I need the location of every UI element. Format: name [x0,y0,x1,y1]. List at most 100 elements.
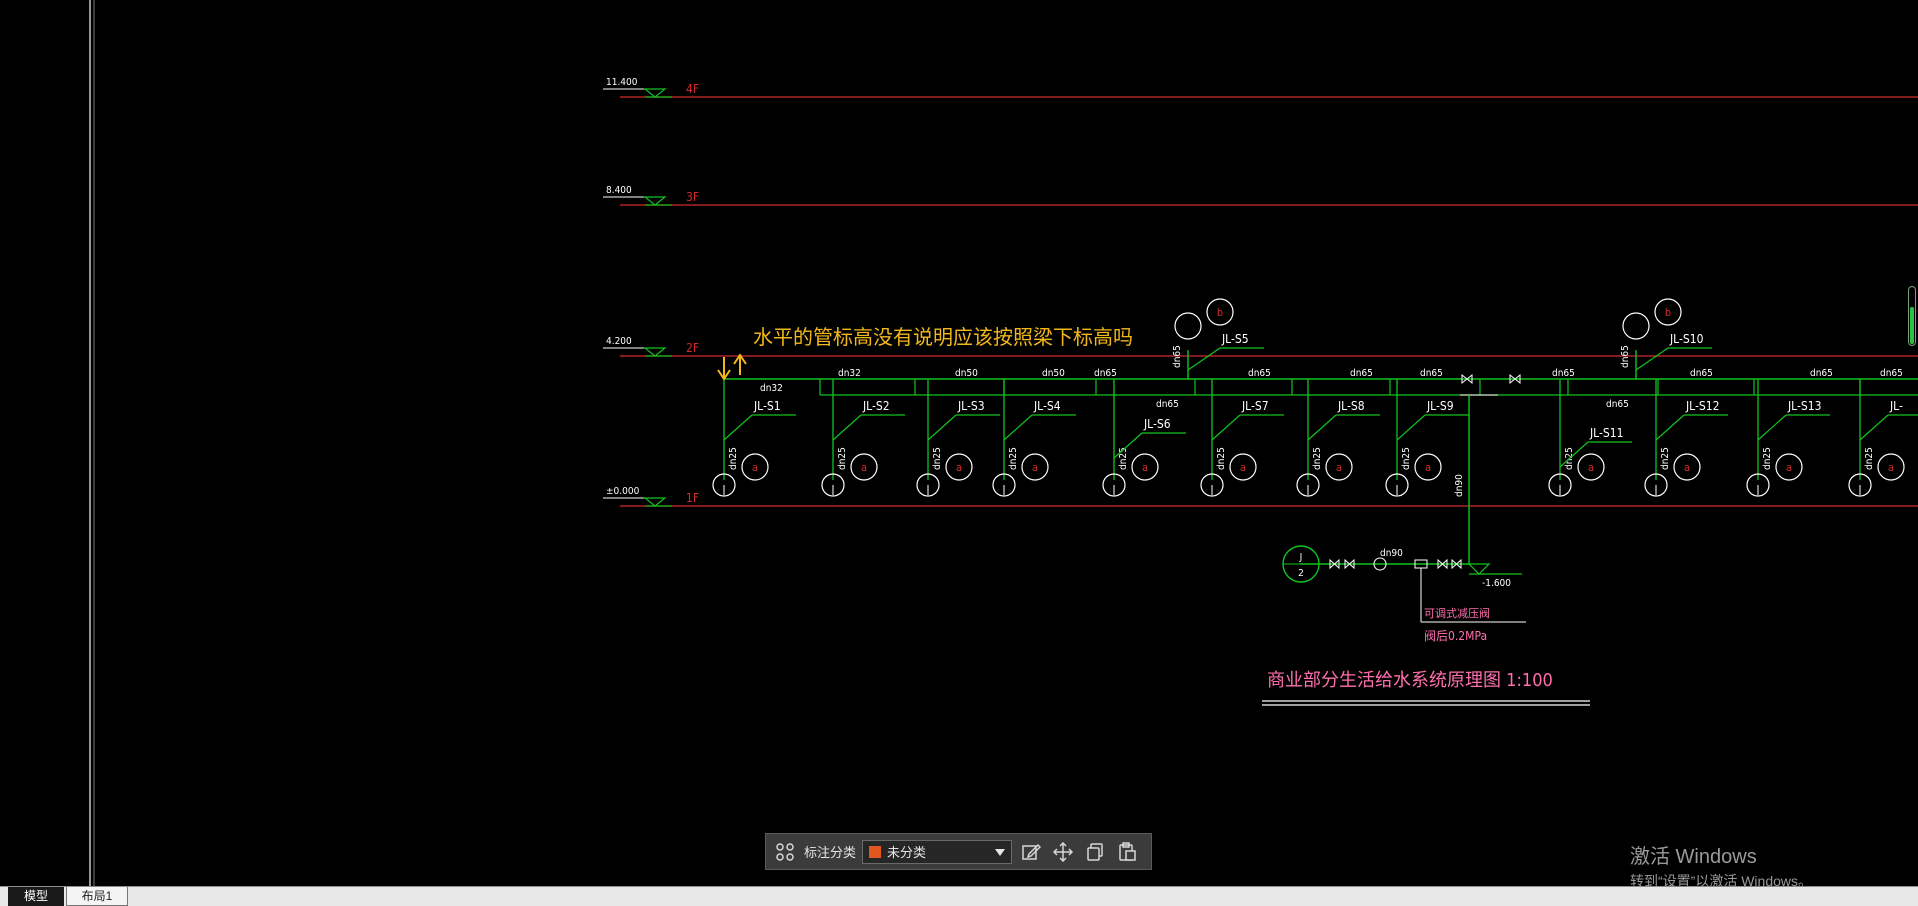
riser-tag-letter: a [752,461,758,474]
riser-label: JL-S3 [957,399,985,413]
riser-leader [927,414,957,441]
riser-size-label: dn25 [1312,447,1323,470]
riser-label: JL-S2 [862,399,890,413]
riser-label: JL-S10 [1669,332,1704,346]
elevation-text: ±0.000 [606,486,640,497]
riser-size-label: dn25 [728,447,739,470]
riser-label: JL-S1 [753,399,781,413]
riser-size-label: dn25 [932,447,943,470]
riser-tag-letter: a [861,461,867,474]
floor-label: 1F [686,491,699,505]
pipe-size-label: dn65 [1420,368,1443,379]
inlet-elevation-text: -1.600 [1482,578,1511,589]
meter-letter: J [1299,552,1303,563]
drawing-title: 商业部分生活给水系统原理图 1:100 [1267,670,1553,691]
riser-tag-letter: a [1684,461,1690,474]
riser-leader [1211,414,1241,441]
riser-label: JL-S9 [1426,399,1454,413]
riser-label: JL-S8 [1337,399,1365,413]
inlet-size-label: dn90 [1454,474,1465,497]
riser-size-label: dn25 [837,447,848,470]
riser-leader [832,414,862,441]
riser-tag-letter: b [1217,306,1223,319]
category-select[interactable]: 未分类 [862,839,1013,864]
chevron-down-icon [995,842,1006,861]
riser-label: JL-S11 [1589,426,1623,440]
riser-leader [1003,414,1033,441]
riser-tag-letter: a [1032,461,1038,474]
riser-leader [1307,414,1337,441]
category-color-swatch [869,845,882,858]
riser-top-circle [1622,312,1650,340]
elevation-marker [643,497,667,507]
pipe-size-label: dn65 [1552,368,1575,379]
floor-label: 2F [686,341,699,355]
cad-drawing[interactable]: 11.400 4F 8.400 3F 4.200 2F ±0.000 1F a dn25 a dn25… [0,0,1918,886]
riser-tag-letter: a [1425,461,1431,474]
move-icon[interactable] [1050,839,1076,865]
floor-label: 3F [686,190,699,204]
riser-size-label: dn25 [1118,447,1129,470]
pipe-size-label: dn65 [1094,368,1117,379]
valve-note-1: 可调式减压阀 [1424,606,1490,620]
pipe-size-label: dn65 [1606,399,1629,410]
riser-tag-letter: a [1336,461,1342,474]
riser-label: JL-S5 [1221,332,1249,346]
elevation-marker [643,347,667,357]
pipe-size-label: dn65 [1810,368,1833,379]
up-arrow-icon [733,353,747,375]
activation-title: 激活 Windows [1630,846,1757,868]
layout-tab-bar: 模型 布局1 [0,886,1918,906]
category-value: 未分类 [887,845,927,860]
riser-size-label: dn65 [1172,345,1183,368]
tab-model[interactable]: 模型 [8,887,64,906]
riser-label: JL-S6 [1143,417,1171,431]
scroll-indicator[interactable] [1908,286,1916,346]
pipe-size-label: dn32 [838,368,861,379]
windows-activation-watermark: 激活 Windows 转到“设置”以激活 Windows。 [1630,840,1812,891]
riser-label: JL-S4 [1033,399,1061,413]
riser-size-label: dn25 [1216,447,1227,470]
tab-layout1[interactable]: 布局1 [66,887,128,906]
riser-leader [1396,414,1426,441]
valve-note-2: 阀后0.2MPa [1424,629,1487,643]
meter-number: 2 [1298,568,1304,579]
elevation-text: 11.400 [606,77,638,88]
elevation-text: 8.400 [606,185,632,196]
riser-up-leader [1187,347,1221,371]
riser-label: JL-S12 [1685,399,1719,413]
riser-leader [1655,414,1685,441]
elevation-marker [643,196,667,206]
pipe-size-label: dn65 [1880,368,1903,379]
riser-size-label: dn25 [1864,447,1875,470]
elevation-text: 4.200 [606,336,632,347]
paste-icon[interactable] [1114,839,1140,865]
edit-icon[interactable] [1018,839,1044,865]
riser-tag-letter: a [1786,461,1792,474]
floor-label: 4F [686,82,699,96]
riser-leader [723,414,753,441]
riser-tag-letter: a [1142,461,1148,474]
pipe-size-label: dn65 [1156,399,1179,410]
pipe-size-label: dn65 [1690,368,1713,379]
riser-size-label: dn25 [1660,447,1671,470]
riser-leader [1757,414,1787,441]
elevation-marker [643,88,667,98]
copy-icon[interactable] [1082,839,1108,865]
riser-tag-letter: a [956,461,962,474]
riser-label: JL-S13 [1787,399,1821,413]
pipe-size-label: dn50 [955,368,978,379]
riser-up-leader [1635,347,1669,371]
riser-size-label: dn25 [1762,447,1773,470]
riser-size-label: dn25 [1008,447,1019,470]
drawing-canvas[interactable]: 11.400 4F 8.400 3F 4.200 2F ±0.000 1F a dn25 a dn25… [0,0,1918,886]
riser-size-label: dn25 [1401,447,1412,470]
riser-size-label: dn65 [1620,345,1631,368]
pipe-size-label: dn65 [1350,368,1373,379]
riser-label: JL-S7 [1241,399,1269,413]
riser-leader [1859,414,1889,441]
riser-tag-letter: b [1665,306,1671,319]
riser-tag-letter: a [1888,461,1894,474]
riser-tag-letter: a [1588,461,1594,474]
grid-icon[interactable] [772,839,798,865]
